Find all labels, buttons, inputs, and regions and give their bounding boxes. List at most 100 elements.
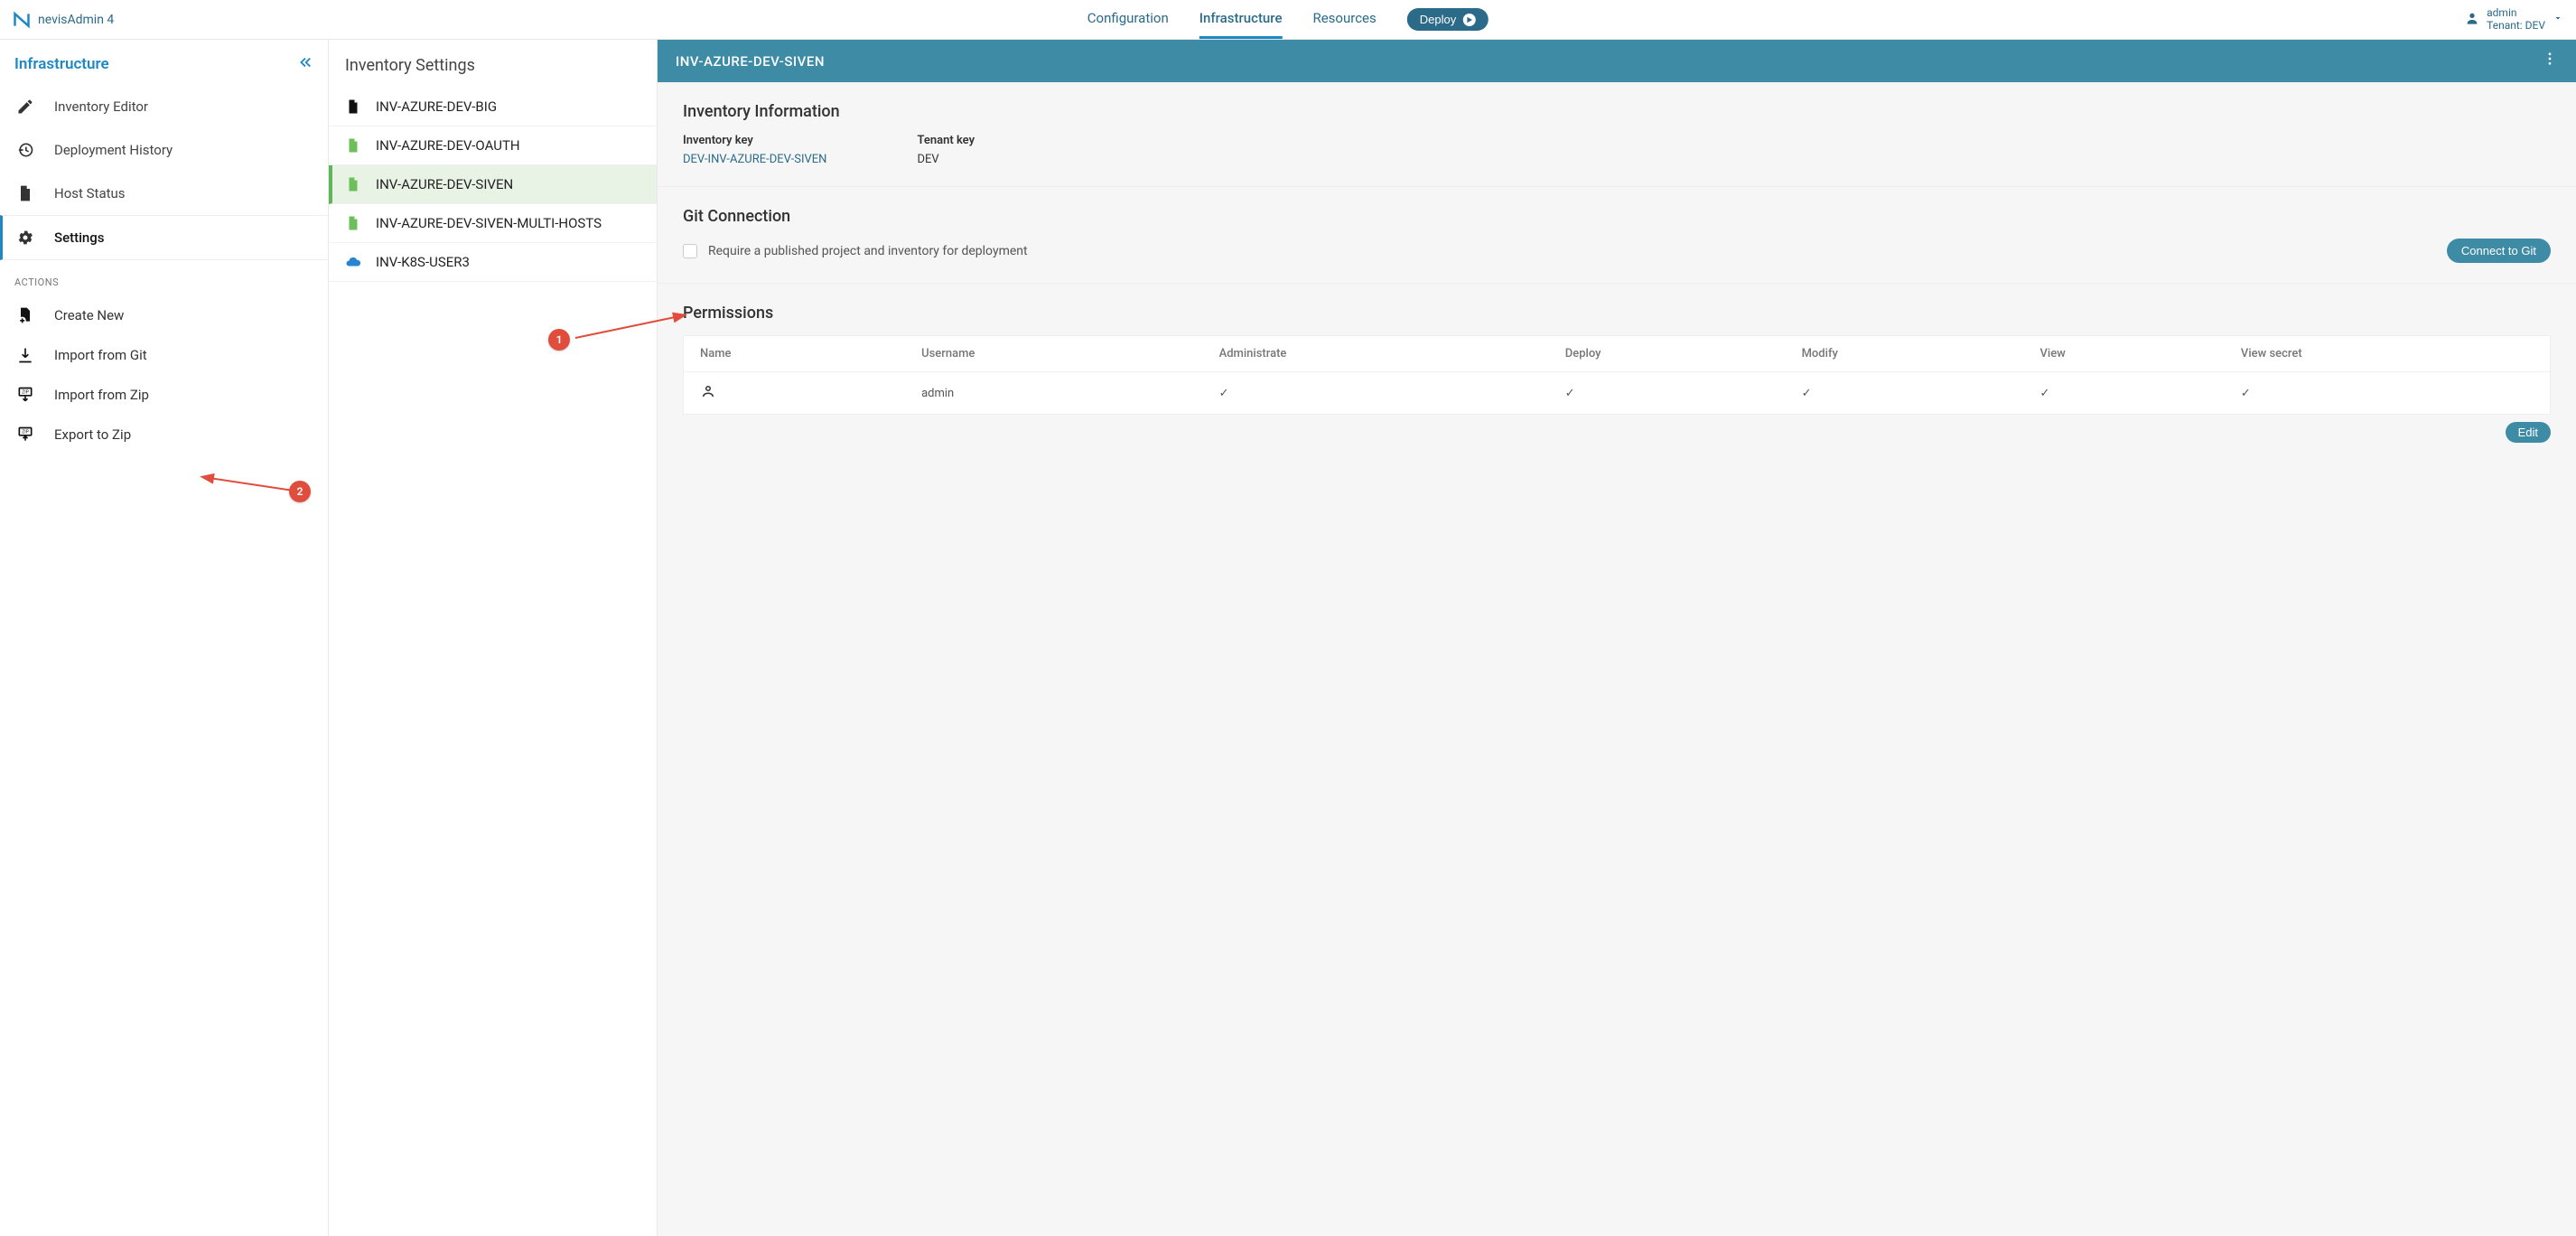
top-tabs: Configuration Infrastructure Resources D… <box>1087 0 1489 39</box>
file-green-icon <box>345 176 361 192</box>
svg-text:ZIP: ZIP <box>22 429 29 435</box>
sidebar-item-deployment-history[interactable]: Deployment History <box>0 128 328 172</box>
collapse-icon[interactable] <box>297 54 313 74</box>
col-modify: Modify <box>1786 336 2024 372</box>
tab-infrastructure[interactable]: Infrastructure <box>1199 0 1283 39</box>
annotation-badge-1: 1 <box>548 329 570 351</box>
pencil-icon <box>16 98 36 116</box>
inventory-settings-panel: Inventory Settings INV-AZURE-DEV-BIG INV… <box>329 40 658 1236</box>
row-username: admin <box>905 372 1202 415</box>
permissions-title: Permissions <box>683 304 2551 323</box>
action-export-to-zip[interactable]: ZIP Export to Zip <box>0 415 328 454</box>
tab-resources[interactable]: Resources <box>1312 0 1376 39</box>
action-label: Import from Git <box>54 347 147 363</box>
table-row: admin ✓ ✓ ✓ ✓ ✓ <box>684 372 2551 415</box>
edit-button[interactable]: Edit <box>2506 422 2551 443</box>
check-icon: ✓ <box>2024 372 2225 415</box>
require-published-checkbox[interactable]: Require a published project and inventor… <box>683 244 1028 258</box>
chevron-down-icon <box>2553 13 2563 27</box>
check-icon: ✓ <box>1786 372 2024 415</box>
inventory-item-label: INV-AZURE-DEV-BIG <box>376 98 497 115</box>
kebab-menu-icon[interactable] <box>2542 51 2558 71</box>
inventory-item-selected[interactable]: INV-AZURE-DEV-SIVEN <box>329 165 657 204</box>
gear-icon <box>16 229 36 247</box>
main: Infrastructure Inventory Editor Deployme… <box>0 40 2576 1236</box>
inventory-information-section: Inventory Information Inventory key DEV-… <box>658 82 2576 187</box>
sidebar-item-label: Inventory Editor <box>54 98 148 115</box>
col-view: View <box>2024 336 2225 372</box>
col-username: Username <box>905 336 1202 372</box>
inventory-item-label: INV-K8S-USER3 <box>376 254 470 270</box>
content-header-title: INV-AZURE-DEV-SIVEN <box>676 53 825 70</box>
sidebar-item-label: Host Status <box>54 185 126 201</box>
action-import-from-git[interactable]: Import from Git <box>0 335 328 375</box>
cloud-blue-icon <box>345 254 361 270</box>
action-import-from-zip[interactable]: ZIP Import from Zip <box>0 375 328 415</box>
sidebar-title: Infrastructure <box>14 55 109 73</box>
topbar: nevisAdmin 4 Configuration Infrastructur… <box>0 0 2576 40</box>
file-icon <box>16 184 36 202</box>
tab-configuration[interactable]: Configuration <box>1087 0 1169 39</box>
col-administrate: Administrate <box>1203 336 1549 372</box>
user-name: admin <box>2487 7 2545 20</box>
inventory-item-label: INV-AZURE-DEV-SIVEN <box>376 176 513 192</box>
inventory-item-label: INV-AZURE-DEV-OAUTH <box>376 137 520 154</box>
zip-export-icon: ZIP <box>16 426 36 444</box>
inventory-item[interactable]: INV-AZURE-DEV-SIVEN-MULTI-HOSTS <box>329 204 657 243</box>
inventory-information-title: Inventory Information <box>683 102 2551 121</box>
checkbox-icon <box>683 244 697 258</box>
sidebar-item-label: Deployment History <box>54 142 173 158</box>
deploy-button[interactable]: Deploy <box>1407 8 1489 31</box>
permissions-table: Name Username Administrate Deploy Modify… <box>683 335 2551 415</box>
sidebar-item-settings[interactable]: Settings <box>0 215 328 260</box>
annotation-badge-2: 2 <box>289 481 311 502</box>
sidebar: Infrastructure Inventory Editor Deployme… <box>0 40 329 1236</box>
user-icon <box>2465 11 2479 28</box>
checkbox-label: Require a published project and inventor… <box>708 244 1028 258</box>
permissions-section: Permissions Name Username Administrate D… <box>658 284 2576 463</box>
col-view-secret: View secret <box>2225 336 2551 372</box>
deploy-button-label: Deploy <box>1420 13 1456 26</box>
inventory-item[interactable]: INV-K8S-USER3 <box>329 243 657 282</box>
col-deploy: Deploy <box>1549 336 1786 372</box>
inventory-settings-title: Inventory Settings <box>329 49 657 88</box>
history-icon <box>16 141 36 159</box>
svg-text:ZIP: ZIP <box>22 389 29 395</box>
action-create-new[interactable]: Create New <box>0 295 328 335</box>
play-icon <box>1463 14 1476 26</box>
check-icon: ✓ <box>2225 372 2551 415</box>
action-label: Import from Zip <box>54 387 149 403</box>
git-connection-section: Git Connection Require a published proje… <box>658 187 2576 284</box>
inventory-item[interactable]: INV-AZURE-DEV-OAUTH <box>329 126 657 165</box>
sidebar-item-host-status[interactable]: Host Status <box>0 172 328 215</box>
col-name: Name <box>684 336 906 372</box>
brand-title: nevisAdmin 4 <box>38 13 114 27</box>
brand-logo-icon <box>13 11 31 29</box>
content-header: INV-AZURE-DEV-SIVEN <box>658 40 2576 82</box>
inventory-key-value[interactable]: DEV-INV-AZURE-DEV-SIVEN <box>683 153 826 166</box>
annotation-arrow-2 <box>199 473 298 500</box>
connect-to-git-button[interactable]: Connect to Git <box>2447 239 2551 263</box>
actions-header: ACTIONS <box>0 260 328 295</box>
inventory-item-label: INV-AZURE-DEV-SIVEN-MULTI-HOSTS <box>376 215 602 231</box>
file-green-icon <box>345 215 361 231</box>
inventory-key-label: Inventory key <box>683 134 826 147</box>
user-menu[interactable]: admin Tenant: DEV <box>2465 7 2563 33</box>
add-file-icon <box>16 306 36 324</box>
git-connection-title: Git Connection <box>683 207 2551 226</box>
user-tenant: Tenant: DEV <box>2487 20 2545 33</box>
zip-import-icon: ZIP <box>16 386 36 404</box>
tenant-key-value: DEV <box>917 153 975 166</box>
download-icon <box>16 346 36 364</box>
file-dark-icon <box>345 98 361 115</box>
file-green-icon <box>345 137 361 154</box>
content-panel: INV-AZURE-DEV-SIVEN Inventory Informatio… <box>658 40 2576 1236</box>
sidebar-item-inventory-editor[interactable]: Inventory Editor <box>0 85 328 128</box>
action-label: Create New <box>54 307 124 323</box>
check-icon: ✓ <box>1203 372 1549 415</box>
action-label: Export to Zip <box>54 426 131 443</box>
row-name-icon <box>684 372 906 415</box>
inventory-item[interactable]: INV-AZURE-DEV-BIG <box>329 88 657 126</box>
check-icon: ✓ <box>1549 372 1786 415</box>
tenant-key-label: Tenant key <box>917 134 975 147</box>
